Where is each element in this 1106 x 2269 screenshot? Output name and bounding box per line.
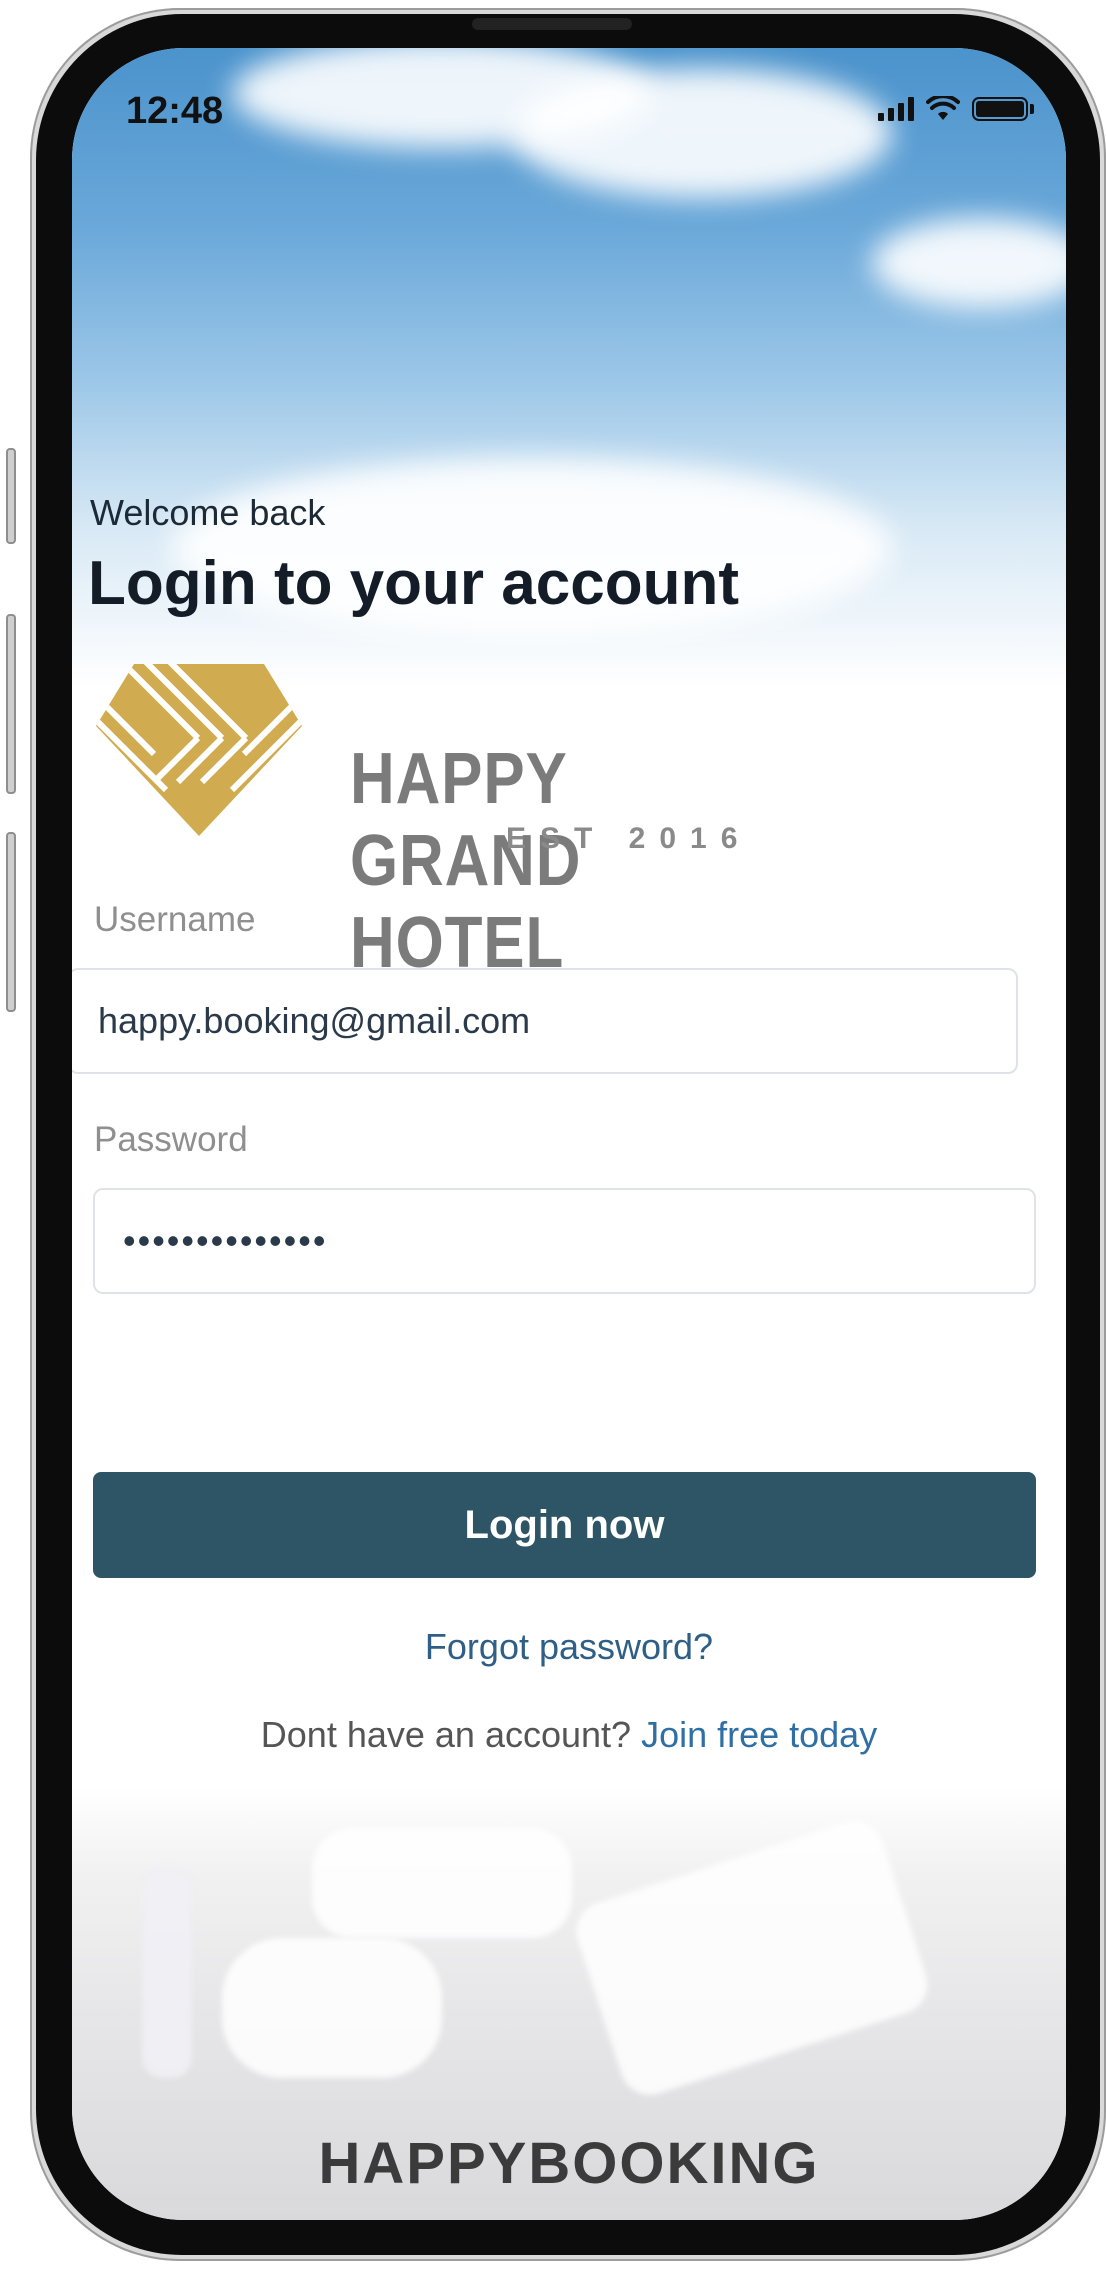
join-free-link[interactable]: Join free today: [641, 1714, 877, 1755]
battery-icon: [972, 97, 1028, 121]
hotel-established: EST 2016: [506, 822, 752, 855]
hotel-logo: HAPPY GRAND HOTEL EST 2016: [94, 654, 874, 983]
password-label: Password: [94, 1120, 248, 1159]
cellular-signal-icon: [878, 97, 914, 121]
app-screen: 12:48 Welcome back Login to your account: [72, 48, 1066, 2220]
signup-prompt-text: Dont have an account?: [260, 1714, 632, 1755]
cloud: [512, 68, 892, 198]
napkin-shape: [222, 1938, 442, 2078]
speaker-grille: [472, 18, 632, 30]
mute-switch: [6, 448, 16, 544]
status-icons: [878, 96, 1034, 122]
napkin-shape: [312, 1828, 572, 1938]
wifi-icon: [926, 96, 960, 120]
hotel-name: HAPPY GRAND HOTEL: [350, 739, 582, 983]
volume-up-button: [6, 614, 16, 794]
username-field[interactable]: happy.booking@gmail.com: [72, 968, 1018, 1074]
hotel-emblem-icon: [96, 664, 302, 836]
welcome-text: Welcome back: [90, 492, 326, 533]
username-label: Username: [94, 900, 256, 939]
napkin-shape: [568, 1813, 936, 2103]
status-time: 12:48: [126, 90, 224, 132]
forgot-password-link[interactable]: Forgot password?: [72, 1626, 1066, 1668]
battery-cap: [1030, 104, 1034, 114]
glass-shape: [142, 1868, 192, 2078]
volume-down-button: [6, 832, 16, 1012]
signup-prompt: Dont have an account? Join free today: [72, 1714, 1066, 1756]
password-field[interactable]: ••••••••••••••: [93, 1188, 1036, 1294]
forgot-password-label[interactable]: Forgot password?: [425, 1626, 713, 1667]
footer-brand: HAPPYBOOKING: [318, 2131, 820, 2196]
login-button[interactable]: Login now: [93, 1472, 1036, 1578]
page-title: Login to your account: [88, 549, 739, 618]
